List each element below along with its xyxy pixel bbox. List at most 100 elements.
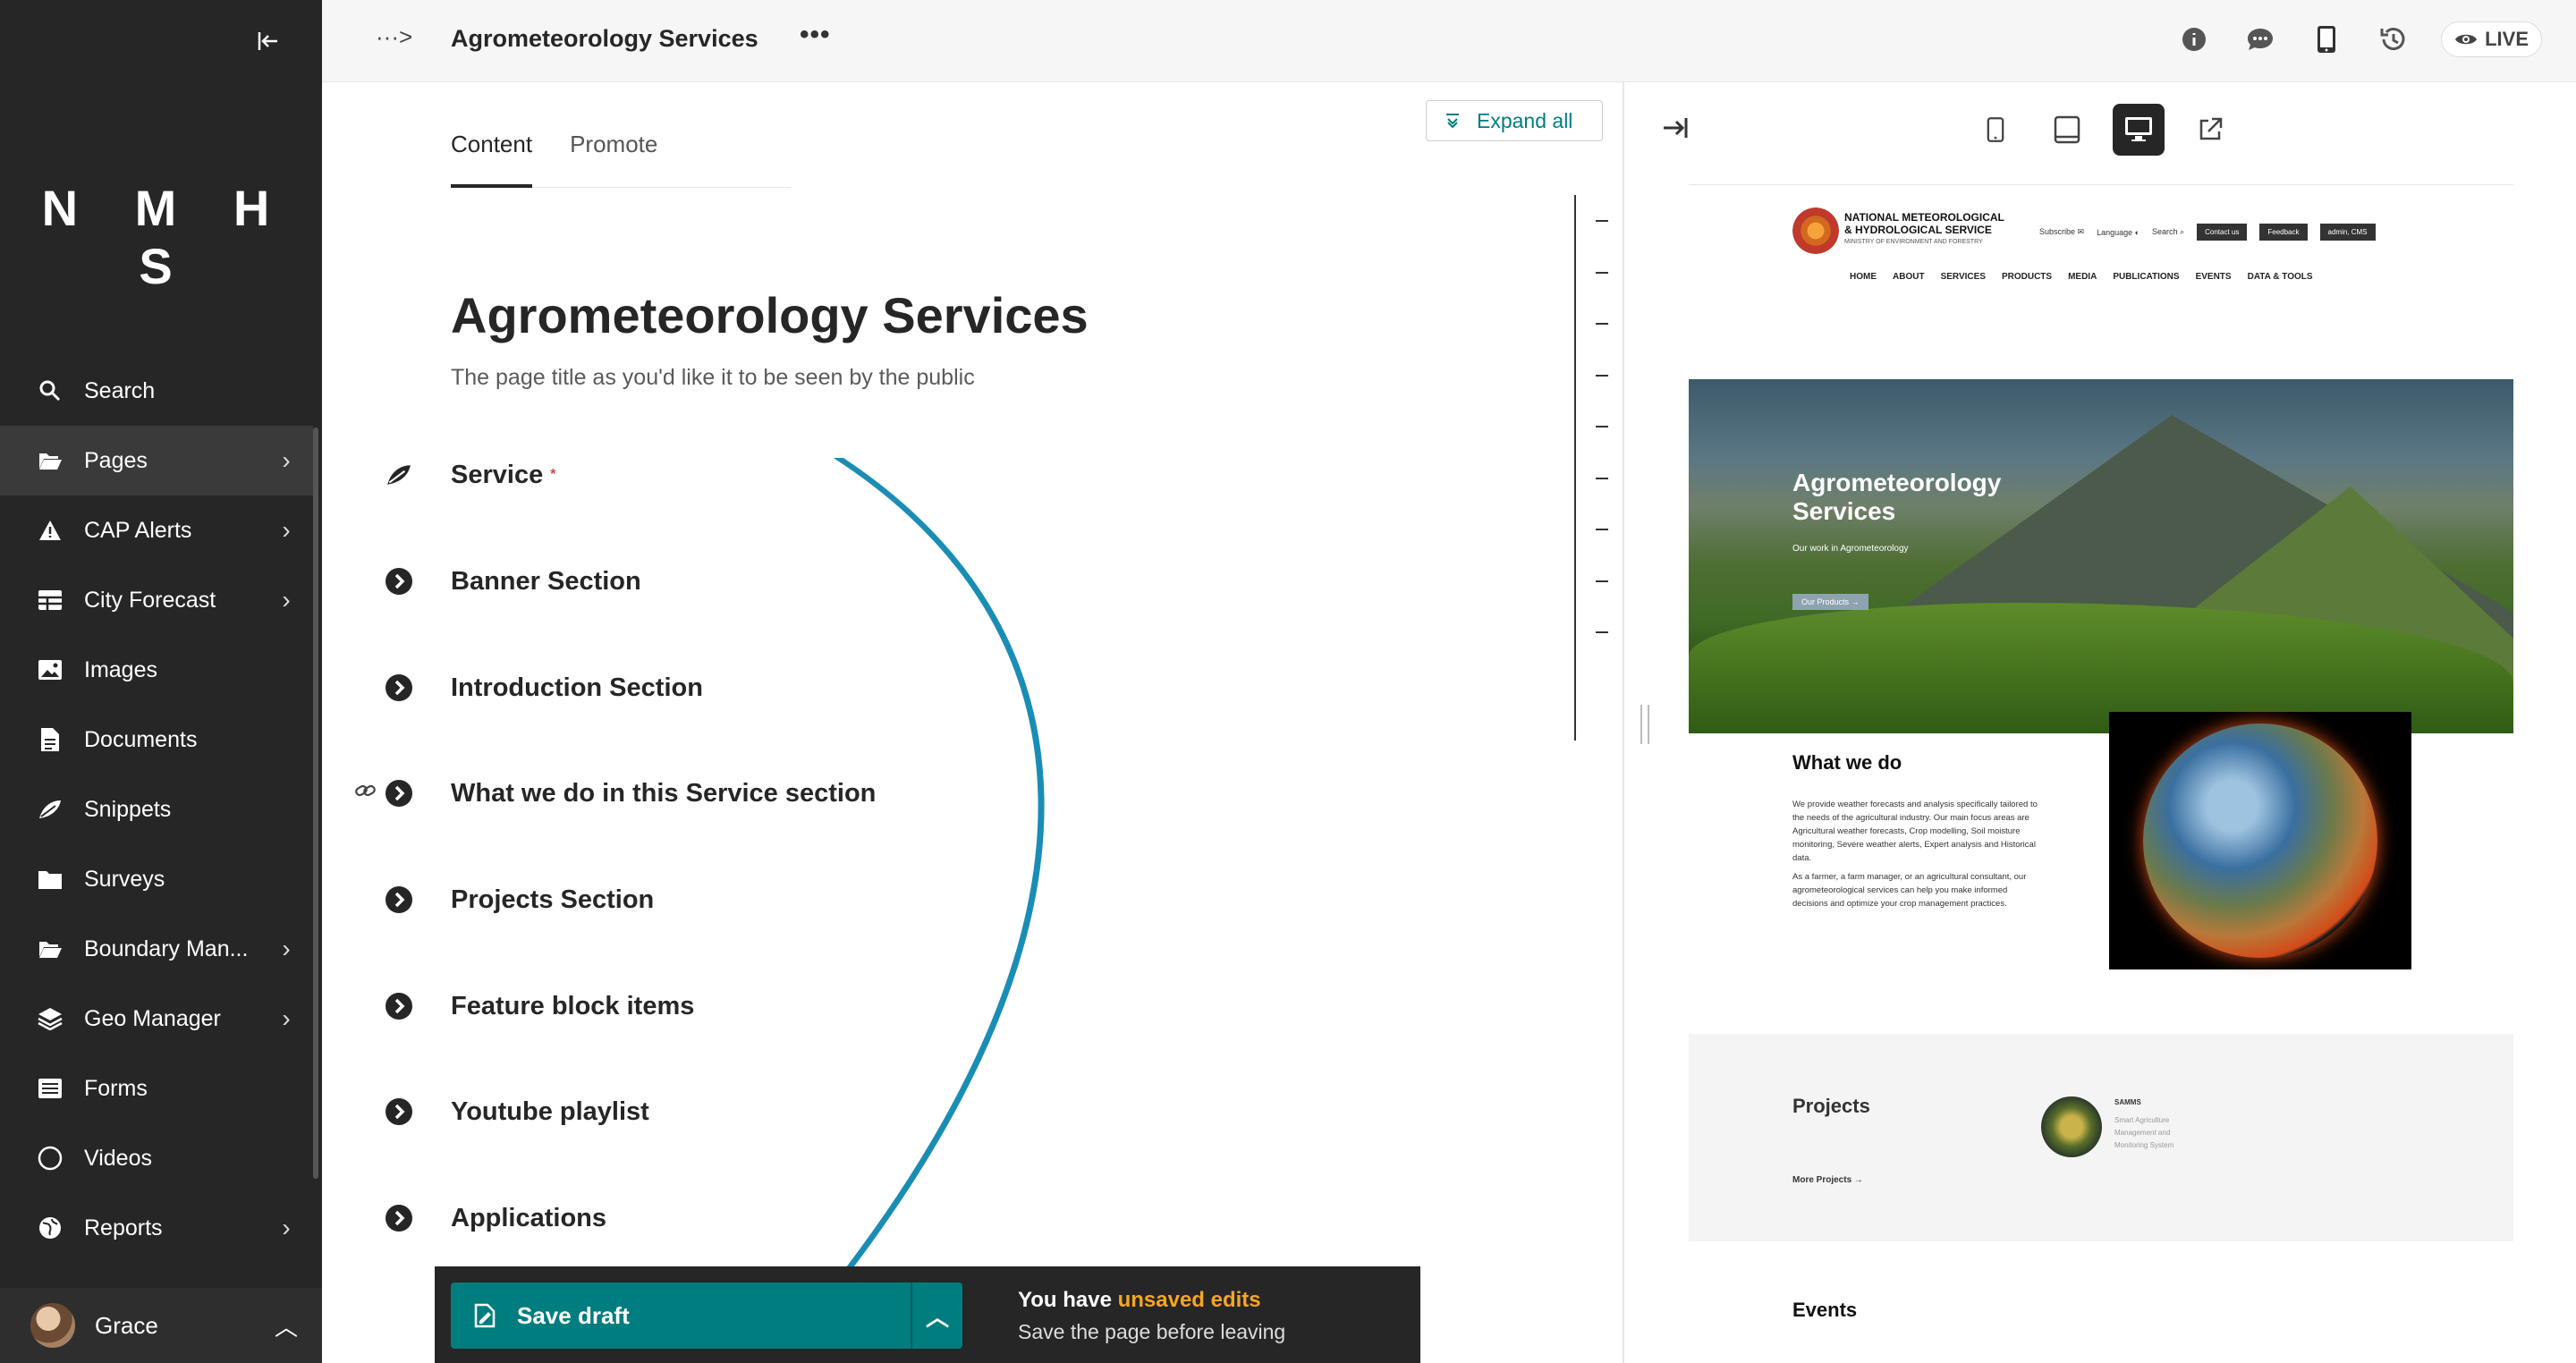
sidebar-item-label: Forms	[84, 1075, 148, 1101]
document-icon	[36, 725, 64, 754]
folder-icon	[36, 865, 64, 893]
minimap-item[interactable]	[1596, 580, 1608, 582]
sidebar-logo[interactable]: N M H S	[0, 179, 322, 295]
minimap-item[interactable]	[1596, 323, 1608, 325]
site-logo	[1792, 207, 1839, 254]
sidebar-item-images[interactable]: Images	[0, 635, 313, 705]
section-label: Banner Section	[451, 566, 641, 596]
chevron-circle-icon	[383, 672, 415, 704]
sidebar-item-pages[interactable]: Pages ›	[0, 426, 313, 495]
live-status-badge[interactable]: LIVE	[2441, 21, 2542, 57]
minimap-item[interactable]	[1596, 426, 1608, 428]
sidebar-item-reports[interactable]: Reports ›	[0, 1193, 313, 1263]
comments-icon[interactable]	[2242, 21, 2278, 57]
image-icon	[36, 656, 64, 684]
sidebar-item-snippets[interactable]: Snippets	[0, 775, 313, 844]
minimap[interactable]	[1574, 195, 1610, 741]
more-projects-link[interactable]: More Projects →	[1792, 1175, 1863, 1185]
sidebar-scrollbar[interactable]	[313, 428, 318, 1179]
hero-title-line: Agrometeorology	[1792, 469, 2002, 496]
sidebar-item-surveys[interactable]: Surveys	[0, 844, 313, 914]
collapse-left-icon	[258, 32, 277, 50]
save-draft-button[interactable]: Save draft ︿	[451, 1283, 962, 1349]
site-nav-item[interactable]: EVENTS	[2196, 272, 2232, 282]
hero-title-line: Services	[1792, 497, 1896, 525]
chevron-right-icon: ›	[282, 586, 291, 614]
site-nav-item[interactable]: HOME	[1850, 272, 1877, 282]
hero-products-button[interactable]: Our Products →	[1792, 594, 1868, 610]
mobile-device-icon[interactable]	[1970, 104, 2021, 156]
title-field[interactable]: Agrometeorology Services	[451, 286, 1089, 344]
site-nav-item[interactable]: ABOUT	[1893, 272, 1925, 282]
close-preview-icon[interactable]	[1662, 116, 1689, 147]
minimap-item[interactable]	[1596, 478, 1608, 479]
snippet-icon	[36, 795, 64, 824]
globe	[2143, 724, 2377, 958]
site-nav-item[interactable]: SERVICES	[1941, 272, 1986, 282]
header-actions: LIVE	[2176, 21, 2542, 57]
sidebar-item-city-forecast[interactable]: City Forecast ›	[0, 565, 313, 635]
site-subscribe[interactable]: Subscribe ✉	[2039, 227, 2084, 237]
preview-divider	[1689, 184, 2513, 185]
site-utility-bar: Subscribe ✉ Language ◐ Search ⌕ Contact …	[2039, 224, 2376, 241]
minimap-item[interactable]	[1596, 272, 1608, 274]
sidebar-item-geo-manager[interactable]: Geo Manager ›	[0, 984, 313, 1054]
site-nav-item[interactable]: DATA & TOOLS	[2248, 272, 2313, 282]
preview-panel: NATIONAL METEOROLOGICAL & HYDROLOGICAL S…	[1623, 82, 2576, 1363]
sidebar-item-boundary-manager[interactable]: Boundary Man... ›	[0, 914, 313, 984]
sidebar-item-forms[interactable]: Forms	[0, 1054, 313, 1123]
open-external-icon[interactable]	[2184, 104, 2236, 156]
section-label: Introduction Section	[451, 673, 703, 702]
chevron-circle-icon	[383, 884, 415, 916]
chevron-right-icon: ›	[282, 516, 291, 544]
sidebar-item-videos[interactable]: Videos	[0, 1123, 313, 1193]
events-title: Events	[1792, 1299, 1858, 1321]
history-icon[interactable]	[2375, 21, 2411, 57]
page-title: Agrometeorology Services	[451, 25, 758, 52]
info-icon[interactable]	[2176, 21, 2212, 57]
site-nav-item[interactable]: PUBLICATIONS	[2113, 272, 2179, 282]
site-nav-item[interactable]: PRODUCTS	[2002, 272, 2052, 282]
chevron-circle-icon	[383, 565, 415, 597]
tab-content[interactable]: Content	[451, 127, 533, 188]
snippet-icon	[383, 459, 415, 491]
collapse-sidebar-button[interactable]	[249, 25, 288, 57]
expand-all-label: Expand all	[1477, 108, 1573, 132]
sidebar-item-documents[interactable]: Documents	[0, 705, 313, 775]
link-icon[interactable]	[354, 782, 379, 804]
site-admin-button[interactable]: admin, CMS	[2319, 224, 2376, 241]
chevron-circle-icon	[383, 777, 415, 809]
more-actions-button[interactable]: •••	[800, 20, 831, 50]
project-thumbnail[interactable]	[2041, 1096, 2102, 1157]
minimap-item[interactable]	[1596, 631, 1608, 633]
desktop-device-icon[interactable]	[2113, 104, 2165, 156]
account-menu[interactable]: Grace ︿	[0, 1288, 322, 1363]
site-search[interactable]: Search ⌕	[2152, 227, 2184, 237]
more-save-options-button[interactable]: ︿	[911, 1283, 962, 1349]
site-feedback-button[interactable]: Feedback	[2259, 224, 2308, 241]
tablet-device-icon[interactable]	[2041, 104, 2093, 156]
projects-section: Projects More Projects → SAMMS Smart Agr…	[1689, 1034, 2513, 1241]
minimap-item[interactable]	[1596, 375, 1608, 377]
resize-handle[interactable]	[1640, 705, 1649, 744]
sidebar-menu: Search Pages › CAP Alerts › City Forecas…	[0, 356, 313, 1263]
breadcrumb-toggle[interactable]: ···>	[376, 23, 412, 51]
sidebar-item-cap-alerts[interactable]: CAP Alerts ›	[0, 495, 313, 565]
sidebar-item-label: Documents	[84, 726, 198, 752]
minimap-item[interactable]	[1596, 529, 1608, 530]
chevron-circle-icon	[383, 990, 415, 1022]
sidebar-item-label: Reports	[84, 1215, 163, 1240]
site-contact-button[interactable]: Contact us	[2197, 224, 2248, 241]
site-language[interactable]: Language ◐	[2097, 228, 2140, 237]
sidebar-item-search[interactable]: Search	[0, 356, 313, 426]
sidebar-item-label: Images	[84, 656, 157, 682]
project-name[interactable]: SAMMS	[2114, 1098, 2141, 1106]
tab-promote[interactable]: Promote	[570, 127, 657, 187]
page-header: ···> Agrometeorology Services ••• LIVE	[322, 0, 2576, 82]
expand-all-button[interactable]: Expand all	[1426, 100, 1603, 141]
app-window: N M H S Search Pages › CAP Alerts › City…	[0, 0, 2576, 1363]
mobile-preview-icon[interactable]	[2309, 21, 2344, 57]
site-header: NATIONAL METEOROLOGICAL & HYDROLOGICAL S…	[1689, 190, 2513, 288]
site-nav-item[interactable]: MEDIA	[2068, 272, 2097, 282]
minimap-item[interactable]	[1596, 220, 1608, 222]
